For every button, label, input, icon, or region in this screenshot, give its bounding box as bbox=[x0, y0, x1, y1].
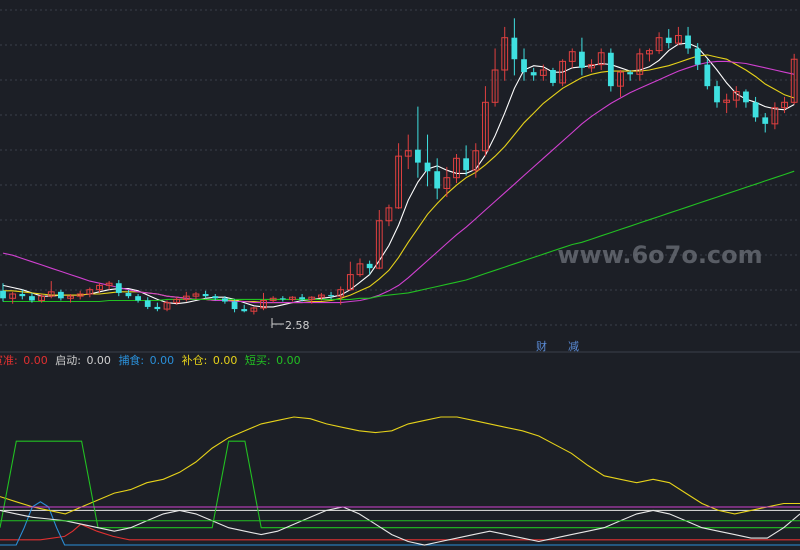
candle bbox=[646, 48, 653, 62]
indicator-短买 bbox=[0, 440, 800, 529]
candle bbox=[424, 134, 431, 187]
candle bbox=[732, 86, 740, 108]
candle bbox=[154, 302, 161, 312]
candle bbox=[781, 96, 788, 114]
candle bbox=[617, 70, 624, 97]
candle bbox=[47, 281, 55, 299]
legend-bushi: 捕食: 0.00 bbox=[118, 354, 175, 367]
candle bbox=[501, 26, 509, 81]
candle bbox=[511, 18, 518, 76]
legend-yinzhun: 寅准: 0.00 bbox=[0, 354, 48, 367]
legend-qidong: 启动: 0.00 bbox=[55, 354, 111, 367]
candle bbox=[241, 304, 248, 313]
candle bbox=[346, 261, 354, 291]
candle bbox=[192, 291, 200, 300]
candle bbox=[115, 280, 122, 297]
candle bbox=[105, 281, 113, 290]
stock-chart-window: { "watermark": "www.6o7o.com", "price_pa… bbox=[0, 0, 800, 550]
candle bbox=[704, 59, 711, 90]
candle bbox=[202, 290, 209, 299]
candle bbox=[289, 296, 296, 302]
candle bbox=[752, 96, 759, 122]
candle bbox=[434, 158, 441, 200]
candle bbox=[144, 297, 151, 310]
legend-duanmai: 短买: 0.00 bbox=[244, 354, 301, 367]
candle bbox=[568, 48, 576, 68]
candle bbox=[453, 154, 460, 184]
candle bbox=[404, 134, 412, 170]
low-price-label: 2.58 bbox=[285, 319, 310, 332]
candle bbox=[636, 48, 644, 81]
candle bbox=[395, 143, 402, 209]
candle bbox=[550, 67, 556, 87]
candle bbox=[530, 67, 537, 81]
low-annotation: 2.58 bbox=[271, 318, 310, 332]
candle bbox=[607, 48, 614, 92]
candle bbox=[771, 102, 779, 130]
watermark: www.6o7o.com bbox=[557, 241, 762, 269]
candle bbox=[472, 143, 480, 178]
candle bbox=[86, 287, 94, 298]
candle bbox=[328, 291, 334, 300]
price-grid bbox=[0, 9, 800, 326]
candle bbox=[463, 145, 470, 176]
candle bbox=[714, 80, 720, 108]
candle bbox=[762, 113, 769, 133]
chart-canvas: www.6o7o.com 2.58 财 减 bbox=[0, 9, 800, 546]
candle bbox=[356, 258, 364, 277]
candle bbox=[579, 37, 585, 76]
indicator-补仓 bbox=[0, 416, 800, 515]
candle bbox=[665, 29, 672, 49]
candle bbox=[482, 86, 489, 157]
candle bbox=[375, 210, 383, 270]
candle bbox=[723, 93, 731, 114]
marker-cai: 财 bbox=[536, 339, 547, 353]
candle bbox=[260, 292, 267, 311]
candle bbox=[414, 106, 421, 178]
candle bbox=[491, 48, 499, 107]
candle bbox=[685, 26, 691, 54]
candle bbox=[521, 48, 527, 81]
candle bbox=[182, 291, 190, 302]
legend-bucang: 补仓: 0.00 bbox=[181, 354, 238, 367]
candle bbox=[250, 306, 258, 315]
candle bbox=[655, 32, 663, 54]
candle bbox=[597, 48, 605, 70]
candle bbox=[125, 289, 132, 299]
candle bbox=[385, 204, 393, 227]
marker-jian: 减 bbox=[568, 340, 579, 353]
candle bbox=[135, 294, 141, 303]
candle bbox=[57, 289, 64, 301]
candle bbox=[743, 89, 749, 108]
indicator-legend: 寅准: 0.00 启动: 0.00 捕食: 0.00 补仓: 0.00 短买: … bbox=[0, 353, 305, 369]
candle bbox=[694, 43, 701, 70]
candle bbox=[674, 26, 682, 46]
indicator-lines bbox=[0, 416, 800, 546]
candle bbox=[279, 296, 286, 302]
